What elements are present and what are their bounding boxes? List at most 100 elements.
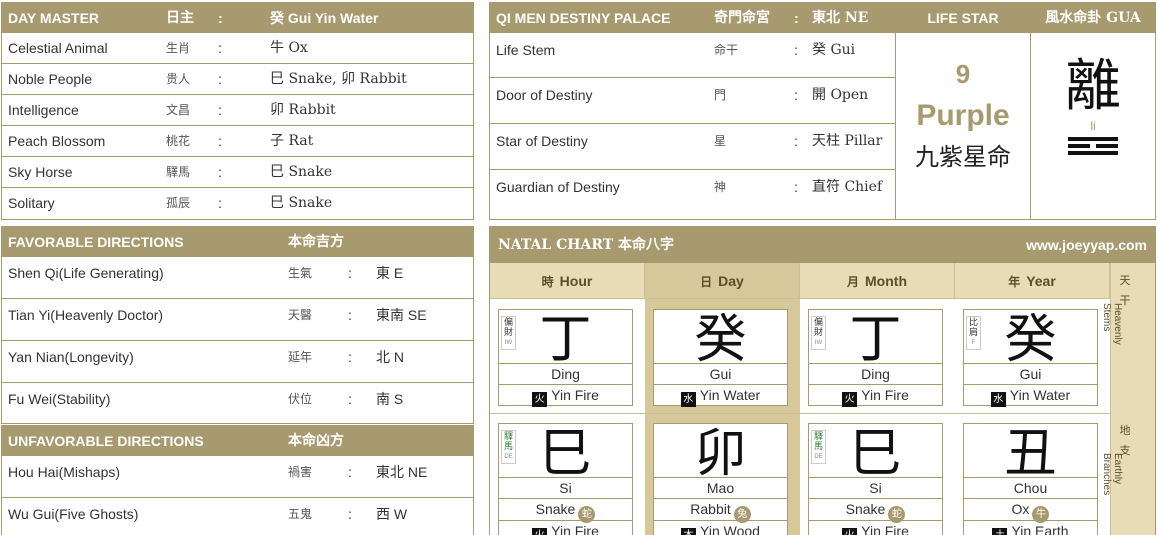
heavenly-stem-cell[interactable]: 癸比肩 F Gui 水 Yin Water [963,309,1098,407]
pillar-header-day[interactable]: 日 Day [645,263,800,299]
element-label: 火Yin Fire [499,384,632,407]
day_master-row-value: 卯 Rabbit [270,102,336,118]
pinyin-label: Si [809,477,942,498]
unfavorable-row-label: Hou Hai(Mishaps) [8,464,121,480]
element-name: Yin Fire [551,523,599,535]
element-label: 木Yin Wood [654,520,787,535]
life-star-number: 9 [955,59,971,89]
day_master-row-label: Intelligence [8,102,79,118]
qimen-header: QI MEN DESTINY PALACE 奇門命宮 : 東北 NE [490,3,896,33]
animal-label: Snake 蛇 [499,498,632,523]
favorable-row-cn: 伏位 [288,392,313,406]
element-name: Yin Wood [700,523,760,535]
pillar-header-hour[interactable]: 時 Hour [490,263,645,299]
unfavorable-title: UNFAVORABLE DIRECTIONS [8,433,204,449]
earthly-branch-cell[interactable]: 巳 驛馬 DE SiSnake蛇火Yin Fire [498,423,633,535]
favorable-row-value: 南 S [376,391,404,407]
day_master-row: Celestial Animal 生肖: 牛 Ox [2,33,473,64]
pillar-header-month[interactable]: 月 Month [800,263,955,299]
animal-name: Snake [845,501,886,517]
qimen-row-colon: : [794,42,798,58]
ten-god-tag: 偏財 IW [811,316,826,350]
branch-character: 丑 [1004,424,1057,484]
qimen-panel: QI MEN DESTINY PALACE 奇門命宮 : 東北 NE Life … [489,2,896,220]
pillar-header-year[interactable]: 年 Year [955,263,1110,299]
day-master-value: 癸 Gui Yin Water [270,10,379,26]
pinyin-label: Ding [499,363,632,384]
pinyin-label: Ding [809,363,942,384]
element-label: 水 Yin Water [654,384,787,407]
element-name: Yin Fire [861,523,909,535]
unfavorable-row-colon: : [348,506,352,522]
element-icon: 水 [680,392,696,407]
natal-chart-panel: NATAL CHART 本命八字 www.joeyyap.com 時 Hour 日 D… [489,226,1156,535]
qimen-row: Life Stem 命干: 癸 Gui [490,33,896,78]
element-name: Yin Fire [551,387,599,403]
heavenly-stem-cell[interactable]: 癸 Gui 水 Yin Water [653,309,788,407]
ten-god-abbr: F [971,340,976,346]
stem-character: 丁 [539,310,592,370]
day_master-row-label: Solitary [8,195,55,211]
favorable-row-cn: 生氣 [288,266,313,280]
day-master-title: DAY MASTER [8,10,100,26]
pillar-header-label: Day [718,273,744,289]
day_master-row-colon: : [218,102,222,118]
earthly-branch-cell[interactable]: 巳 驛馬 DE SiSnake蛇火Yin Fire [808,423,943,535]
favorable-row-label: Fu Wei(Stability) [8,391,111,407]
ten-god-text: 比肩 [969,318,979,338]
qimen-row-label: Life Stem [496,42,556,58]
ten-god-abbr: DE [504,454,513,460]
animal-label: Rabbit 兔 [654,498,787,523]
animal-name: Ox [1011,501,1030,517]
day_master-row-cn: 桃花 [166,134,191,148]
day-master-title-cn: 日主 [166,10,194,26]
ten-god-abbr: IW [504,340,513,346]
unfavorable-title-cn: 本命凶方 [288,433,344,449]
heavenly-stem-cell[interactable]: 丁偏財 IW Ding 火 Yin Fire [498,309,633,407]
element-icon: 火 [532,528,548,535]
site-link[interactable]: www.joeyyap.com [1026,227,1147,263]
life-star-panel: LIFE STAR 9 Purple 九紫星命 [895,2,1031,220]
heavenly-stem-cell[interactable]: 丁偏財 IW Ding 火 Yin Fire [808,309,943,407]
qimen-row-colon: : [794,179,798,195]
favorable-row-colon: : [348,265,352,281]
favorable-row-label: Shen Qi(Life Generating) [8,265,164,281]
day-master-panel: DAY MASTER 日主 : 癸 Gui Yin Water Celestia… [1,2,474,220]
heavenly-stems-label: 天 干 Heavenly Stems [1101,263,1155,414]
earthly-branches-label: 地 支 Earthly Branches [1101,413,1155,535]
earthly-branch-cell[interactable]: 丑ChouOx牛土Yin Earth [963,423,1098,535]
earthly-branch-cell[interactable]: 卯MaoRabbit兔木Yin Wood [653,423,788,535]
ten-god-tag: 比肩 F [966,316,981,350]
day_master-row: Intelligence 文昌: 卯 Rabbit [2,95,473,126]
unfavorable-row: Hou Hai(Mishaps) 禍害: 東北 NE [2,456,473,498]
pillar-header-cn: 時 [541,275,554,289]
element-icon: 火 [842,392,858,407]
heavenly-stems-label-en: Heavenly Stems [1101,303,1123,345]
gua-title: 風水命卦 GUA [1045,10,1141,26]
trigram-li-icon [1068,137,1118,158]
qimen-row-label: Door of Destiny [496,87,593,103]
qimen-row: Star of Destiny 星: 天柱 Pillar [490,124,896,170]
stem-character: 癸 [1004,310,1057,370]
element-name: Yin Earth [1011,523,1069,535]
element-name: Yin Water [699,387,761,403]
day_master-row-cn: 生肖 [166,41,191,55]
day_master-row-label: Peach Blossom [8,133,106,149]
ten-god-abbr: IW [814,340,823,346]
animal-name: Snake [535,501,576,517]
day_master-row-colon: : [218,71,222,87]
gua-character: 離 [1065,54,1121,119]
favorable-row-colon: : [348,349,352,365]
favorable-header: FAVORABLE DIRECTIONS 本命吉方 [2,227,473,257]
pillar-header-cn: 月 [847,275,860,289]
unfavorable-row-cn: 禍害 [288,465,313,479]
natal-chart-title: NATAL CHART 本命八字 [498,237,675,253]
element-icon: 火 [532,392,548,407]
day_master-row: Peach Blossom 桃花: 子 Rat [2,126,473,157]
element-icon: 木 [681,528,697,535]
element-label: 水 Yin Water [964,384,1097,407]
element-label: 火Yin Fire [809,384,942,407]
pinyin-label: Si [499,477,632,498]
day-master-colon: : [218,10,223,26]
day_master-row-cn: 文昌 [166,103,191,117]
